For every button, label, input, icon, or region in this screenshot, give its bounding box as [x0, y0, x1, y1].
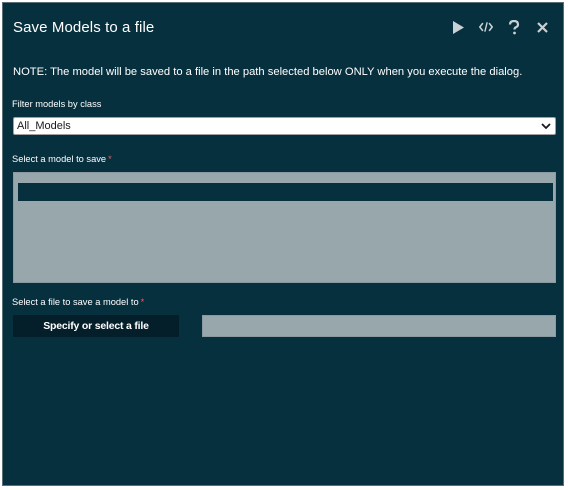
filter-label: Filter models by class	[12, 99, 102, 109]
specify-file-button[interactable]: Specify or select a file	[13, 315, 179, 337]
chevron-down-icon	[539, 119, 553, 133]
dialog-title: Save Models to a file	[13, 19, 155, 36]
play-icon[interactable]	[451, 19, 465, 35]
file-select-label-text: Select a file to save a model to	[12, 297, 139, 307]
file-select-label: Select a file to save a model to *	[12, 297, 144, 307]
dialog-note: NOTE: The model will be saved to a file …	[13, 66, 523, 78]
dialog-toolbar	[451, 19, 549, 35]
close-icon[interactable]	[535, 19, 549, 35]
model-select-label: Select a model to save *	[12, 154, 112, 164]
file-path-input[interactable]	[202, 315, 556, 337]
model-listbox[interactable]	[13, 172, 556, 283]
filter-selected-value: All_Models	[17, 120, 71, 132]
required-mark: *	[140, 297, 145, 307]
save-models-dialog: Save Models to a file NOTE: The model wi…	[2, 2, 564, 486]
filter-class-select[interactable]: All_Models	[13, 117, 556, 135]
question-icon[interactable]	[507, 19, 521, 35]
model-select-label-text: Select a model to save	[12, 154, 107, 164]
code-icon[interactable]	[479, 19, 493, 35]
required-mark: *	[108, 154, 112, 164]
list-item[interactable]	[18, 183, 553, 201]
